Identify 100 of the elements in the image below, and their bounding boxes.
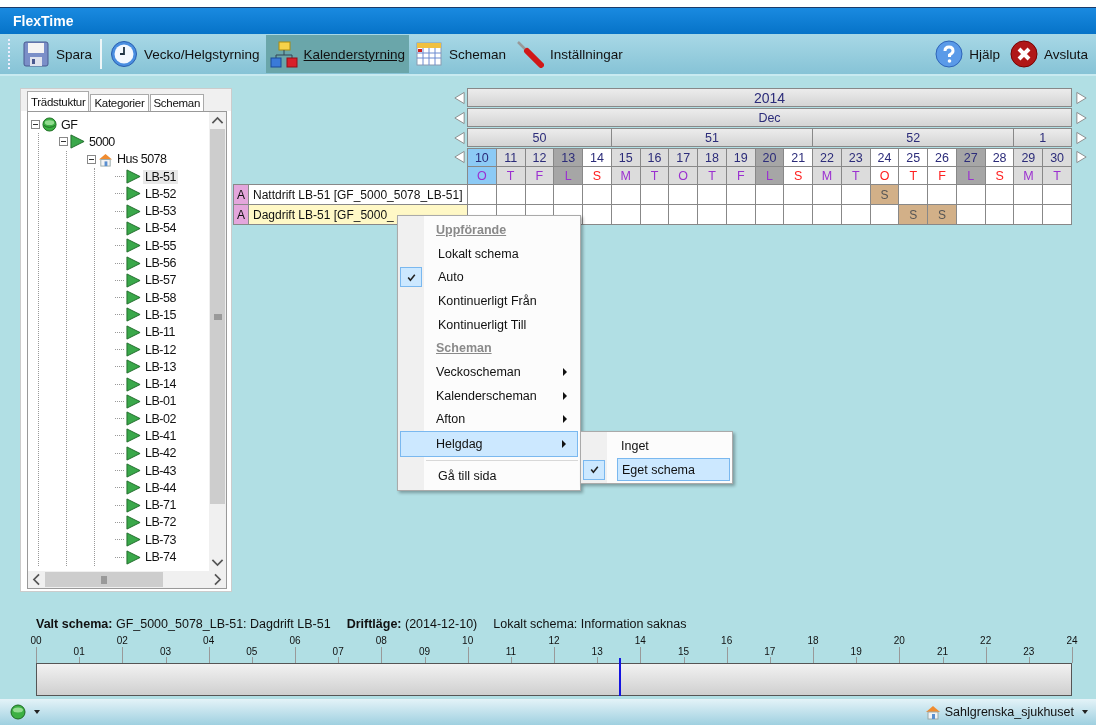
schedule-cell[interactable] <box>927 184 957 205</box>
tree-item[interactable]: LB-56 <box>143 256 178 270</box>
schedule-cell[interactable] <box>869 204 900 225</box>
toolbar-button[interactable]: Hjälp <box>931 35 1004 73</box>
schedule-cell[interactable] <box>783 184 814 205</box>
tree-item[interactable]: LB-52 <box>143 186 178 201</box>
menu-item[interactable]: Eget schema <box>617 457 730 482</box>
schedule-cell[interactable] <box>955 204 986 225</box>
menu-item[interactable]: Helgdag <box>400 431 578 457</box>
tree-item[interactable]: LB-02 <box>143 411 178 426</box>
toolbar-button[interactable]: Scheman <box>410 35 510 73</box>
schedule-cell[interactable] <box>984 204 1015 225</box>
tree-item[interactable]: LB-11 <box>143 325 177 340</box>
previous-arrow-icon[interactable] <box>453 130 466 146</box>
menu-item[interactable]: Auto <box>434 265 578 290</box>
tree-item[interactable]: LB-43 <box>143 463 178 478</box>
previous-arrow-icon[interactable] <box>453 149 466 165</box>
triangle-icon <box>126 238 141 254</box>
tree-item[interactable]: LB-57 <box>143 273 178 288</box>
toolbar-button[interactable]: Avsluta <box>1005 35 1092 73</box>
triangle-icon <box>126 549 141 565</box>
time-marker[interactable] <box>619 658 622 696</box>
schedule-cell[interactable] <box>697 184 727 205</box>
tree-item[interactable]: LB-54 <box>143 221 178 236</box>
tree-item[interactable]: 5000 <box>87 134 117 149</box>
schedule-cell[interactable]: S <box>898 204 929 225</box>
location-dropdown[interactable]: Sahlgrenska_sjukhuset <box>924 704 1088 720</box>
schedule-cell[interactable] <box>754 204 785 225</box>
schedule-cell[interactable] <box>1013 184 1044 205</box>
previous-arrow-icon[interactable] <box>453 110 466 126</box>
tree-item[interactable]: LB-12 <box>143 342 178 357</box>
toolbar-button[interactable]: Vecko/Helgstyrning <box>106 35 264 73</box>
schedule-cell[interactable] <box>783 204 814 225</box>
schedule-cell[interactable] <box>668 184 699 205</box>
menu-item[interactable]: Inget <box>617 434 730 458</box>
tree-item[interactable]: LB-42 <box>143 446 178 461</box>
next-arrow-icon[interactable] <box>1075 90 1088 106</box>
hour-label: 10 <box>462 635 474 646</box>
next-arrow-icon[interactable] <box>1075 110 1088 126</box>
horizontal-scrollbar[interactable] <box>28 571 226 588</box>
menu-item[interactable]: Kalenderscheman <box>400 383 578 408</box>
schedule-cell[interactable] <box>467 184 497 205</box>
next-arrow-icon[interactable] <box>1075 130 1088 146</box>
tree-expander[interactable] <box>59 137 68 147</box>
schedule-cell[interactable] <box>639 204 670 225</box>
schedule-cell[interactable] <box>582 204 612 225</box>
schedule-cell[interactable] <box>610 204 641 225</box>
tree-item[interactable]: Hus 5078 <box>115 152 169 167</box>
tree-item[interactable]: LB-73 <box>143 532 178 547</box>
tree-item[interactable]: GF <box>59 117 80 132</box>
tree-item[interactable]: LB-14 <box>143 377 178 392</box>
schedule-cell[interactable] <box>812 204 842 225</box>
tree-item[interactable]: LB-55 <box>143 238 178 253</box>
tree-item[interactable]: LB-74 <box>143 550 178 565</box>
tree-item[interactable]: LB-71 <box>143 498 178 513</box>
schedule-cell[interactable] <box>697 204 727 225</box>
toolbar-button[interactable]: Inställningar <box>511 35 627 73</box>
schedule-cell[interactable] <box>1013 204 1044 225</box>
schedule-cell[interactable] <box>582 184 612 205</box>
tree-expander[interactable] <box>31 120 40 130</box>
tab[interactable]: Trädstuktur <box>27 91 90 111</box>
schedule-cell[interactable] <box>812 184 842 205</box>
schedule-cell[interactable] <box>1042 204 1072 225</box>
schedule-cell[interactable] <box>725 204 756 225</box>
menu-item[interactable]: Gå till sida <box>434 463 578 488</box>
tree-item[interactable]: LB-41 <box>143 429 178 443</box>
schedule-cell[interactable] <box>898 184 929 205</box>
menu-item[interactable]: Veckoscheman <box>400 360 578 384</box>
menu-item[interactable]: Kontinuerligt Till <box>434 312 578 337</box>
tree-item[interactable]: LB-53 <box>143 204 178 219</box>
menu-item[interactable]: Afton <box>400 407 578 432</box>
tab[interactable]: Kategorier <box>90 94 149 111</box>
tree-expander[interactable] <box>87 154 96 164</box>
schedule-cell[interactable]: S <box>927 204 957 225</box>
schedule-cell[interactable] <box>1042 184 1072 205</box>
previous-arrow-icon[interactable] <box>453 90 466 106</box>
triangle-icon <box>126 463 141 479</box>
tree-item[interactable]: LB-13 <box>143 359 178 374</box>
globe-dropdown[interactable] <box>10 704 40 720</box>
tree-item[interactable]: LB-15 <box>143 307 178 322</box>
next-arrow-icon[interactable] <box>1075 149 1088 165</box>
hour-label: 24 <box>1066 635 1078 646</box>
tree-item[interactable]: LB-72 <box>143 515 178 530</box>
scroll-thumb[interactable] <box>210 129 225 504</box>
scroll-thumb[interactable] <box>45 572 163 587</box>
schedule-cell[interactable] <box>553 184 584 205</box>
tree-item[interactable]: LB-01 <box>143 394 178 409</box>
tree-item[interactable]: LB-44 <box>143 480 178 495</box>
toolbar-button[interactable]: Kalenderstyrning <box>265 35 409 73</box>
tree-item[interactable]: LB-58 <box>143 290 178 305</box>
menu-item[interactable]: Lokalt schema <box>434 241 578 266</box>
schedule-row-label[interactable]: Nattdrift LB-51 [GF_5000_5078_LB-51] <box>249 185 467 204</box>
schedule-cell[interactable] <box>668 204 699 225</box>
vertical-scrollbar[interactable] <box>209 112 226 571</box>
submenu-arrow-icon <box>562 367 568 376</box>
menu-item[interactable]: Kontinuerligt Från <box>434 289 578 313</box>
schedule-cell[interactable] <box>840 204 871 225</box>
tab[interactable]: Scheman <box>149 94 204 111</box>
toolbar-button[interactable]: Spara <box>18 35 97 73</box>
tree-item[interactable]: LB-51 <box>143 169 178 184</box>
